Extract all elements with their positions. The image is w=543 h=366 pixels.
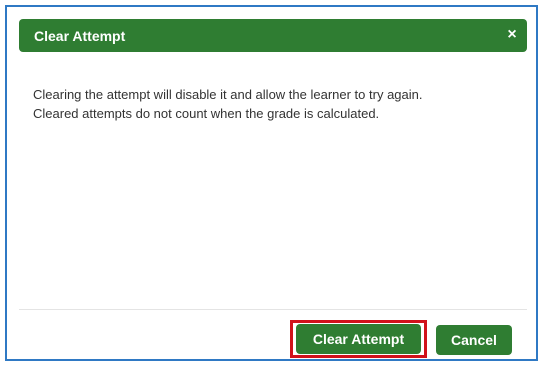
screenshot-frame: Clear Attempt × Clearing the attempt wil… — [5, 5, 538, 361]
close-icon[interactable]: × — [503, 26, 521, 44]
highlight-box: Clear Attempt — [290, 320, 427, 358]
cancel-button[interactable]: Cancel — [436, 325, 512, 355]
dialog-title: Clear Attempt — [34, 28, 126, 44]
footer-divider — [19, 309, 527, 310]
clear-attempt-dialog: Clear Attempt × Clearing the attempt wil… — [14, 14, 527, 358]
dialog-header: Clear Attempt × — [19, 19, 527, 52]
dialog-message-line-2: Cleared attempts do not count when the g… — [33, 106, 380, 121]
dialog-message-line-1: Clearing the attempt will disable it and… — [33, 87, 423, 102]
dialog-body: Clearing the attempt will disable it and… — [33, 85, 518, 123]
clear-attempt-button[interactable]: Clear Attempt — [296, 324, 421, 354]
